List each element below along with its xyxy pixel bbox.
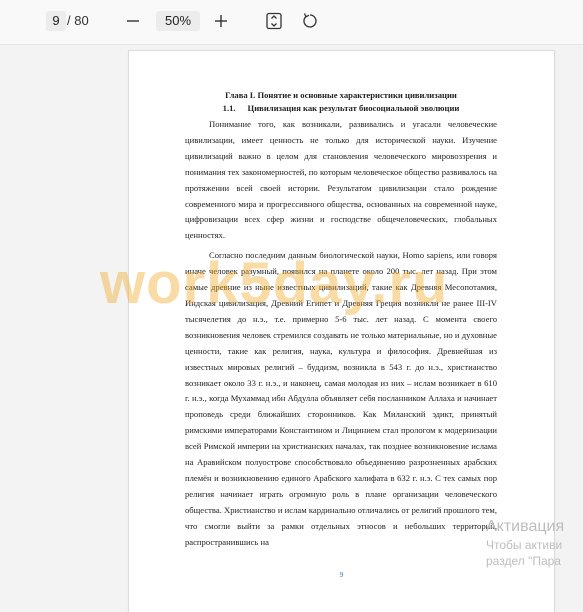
minus-icon bbox=[127, 20, 139, 22]
page-total-label: / 80 bbox=[67, 13, 89, 28]
page-footer-number: 9 bbox=[339, 571, 344, 579]
page-number-input[interactable]: 9 bbox=[46, 11, 66, 31]
paragraph: Понимание того, как возникали, развивали… bbox=[185, 119, 497, 241]
pdf-toolbar: 9 / 80 50% bbox=[0, 0, 583, 45]
zoom-out-button[interactable] bbox=[121, 10, 145, 32]
section-heading: 1.1. Цивилизация как результат биосоциаль… bbox=[185, 101, 497, 115]
paragraph: Согласно последним данным биологической … bbox=[185, 250, 497, 547]
document-body: Глава I. Понятие и основные характеристи… bbox=[185, 89, 497, 550]
fit-page-button[interactable] bbox=[262, 10, 286, 32]
zoom-level[interactable]: 50% bbox=[156, 11, 200, 31]
section-number: 1.1. bbox=[222, 103, 236, 113]
document-page: Глава I. Понятие и основные характеристи… bbox=[129, 51, 554, 612]
zoom-in-button[interactable] bbox=[209, 10, 233, 32]
rotate-button[interactable] bbox=[298, 10, 322, 32]
fit-page-icon bbox=[266, 12, 282, 30]
section-title: Цивилизация как результат биосоциальной … bbox=[247, 103, 460, 113]
plus-icon bbox=[215, 15, 227, 27]
chapter-title: Глава I. Понятие и основные характеристи… bbox=[225, 90, 457, 100]
rotate-icon bbox=[303, 13, 317, 28]
